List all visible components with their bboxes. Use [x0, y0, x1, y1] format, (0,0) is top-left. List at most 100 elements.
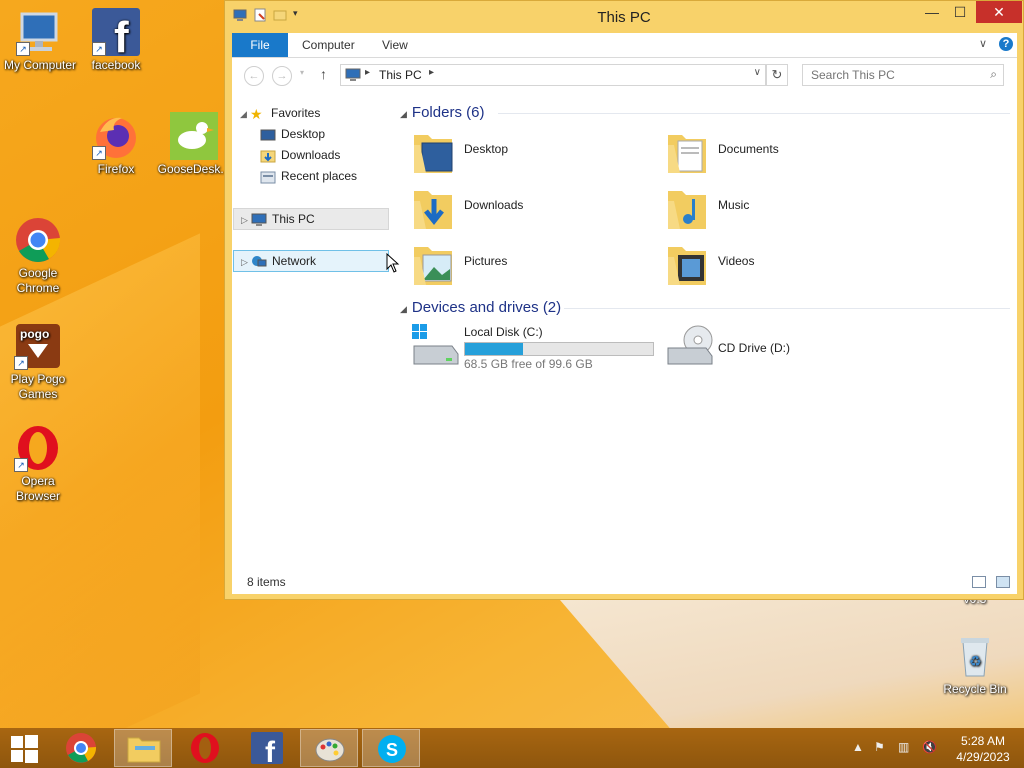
expanded-triangle-icon: ◢	[400, 109, 407, 119]
taskbar-paint[interactable]	[300, 729, 358, 767]
forward-button[interactable]: →	[272, 66, 292, 86]
group-header-label: Folders (6)	[411, 104, 485, 121]
up-arrow-button[interactable]: ↑	[320, 66, 327, 82]
folder-label: Downloads	[464, 198, 524, 212]
details-view-icon[interactable]	[972, 576, 986, 588]
desktop-icon-label: Firefox	[97, 162, 135, 176]
this-pc-icon	[251, 213, 267, 227]
back-button[interactable]: ←	[244, 66, 264, 86]
nav-item-label: Network	[272, 254, 317, 268]
folder-downloads[interactable]: Downloads	[412, 183, 652, 237]
help-icon[interactable]: ?	[999, 37, 1013, 51]
facebook-icon: f ↗	[92, 8, 140, 62]
chrome-icon	[14, 216, 62, 264]
network-icon	[251, 255, 267, 269]
taskbar-facebook[interactable]: f	[238, 729, 296, 767]
folder-desktop[interactable]: Desktop	[412, 127, 652, 181]
desktop-icon	[260, 128, 276, 142]
nav-item-label: Recent places	[281, 169, 358, 183]
expand-ribbon-chevron-icon[interactable]: ∨	[979, 37, 987, 50]
computer-icon: ↗	[16, 8, 64, 56]
taskbar-file-explorer[interactable]	[114, 729, 172, 767]
desktop-icon-opera-browser[interactable]: ↗ Opera Browser	[0, 424, 78, 504]
folder-documents[interactable]: Documents	[666, 127, 906, 181]
desktop-icon-google-chrome[interactable]: Google Chrome	[0, 216, 78, 296]
drive-cd-d[interactable]: CD Drive (D:)	[666, 322, 866, 370]
nav-item-this-pc[interactable]: ▷ This PC	[233, 208, 389, 230]
search-input[interactable]	[809, 65, 983, 85]
volume-muted-icon[interactable]: 🔇	[922, 740, 937, 754]
window-title: This PC	[597, 9, 651, 26]
breadcrumb[interactable]: This PC	[379, 68, 422, 82]
folder-label: Pictures	[464, 254, 508, 268]
desktop-icon-play-pogo-games[interactable]: pogo ↗ Play Pogo Games	[0, 322, 78, 402]
nav-item-favorites[interactable]: ◢ ★ Favorites	[240, 103, 320, 123]
disk-usage-fill	[465, 343, 524, 355]
windows-logo-icon	[11, 735, 38, 763]
taskbar-skype[interactable]: S	[362, 729, 420, 767]
nav-item-recent-places[interactable]: Recent places	[260, 166, 357, 186]
desktop-icon-facebook[interactable]: f ↗ facebook	[76, 8, 156, 73]
desktop-icon-label: Play Pogo Games	[10, 372, 66, 401]
svg-text:f: f	[114, 13, 129, 56]
recent-locations-chevron-icon[interactable]: ▾	[300, 68, 304, 77]
group-header-devices-and-drives[interactable]: ◢ Devices and drives (2)	[400, 299, 561, 316]
explorer-body: ◢ ★ Favorites Desktop Downloads Recent pla…	[232, 92, 1017, 568]
desktop-icon-recycle-bin[interactable]: ♻ Recycle Bin	[935, 632, 1015, 697]
desktop-icon-goosedesk[interactable]: GooseDesk...	[154, 112, 234, 177]
start-button[interactable]	[0, 729, 50, 767]
nav-item-label: Favorites	[271, 106, 321, 120]
ribbon-tabs: File Computer View ∨ ?	[232, 33, 1017, 58]
taskbar-opera[interactable]	[176, 729, 234, 767]
expanded-triangle-icon[interactable]: ◢	[240, 104, 250, 124]
breadcrumb-separator-icon[interactable]: ▸	[429, 67, 434, 78]
status-bar: 8 items	[232, 568, 1017, 594]
folder-label: Desktop	[464, 142, 509, 156]
pogo-icon: pogo ↗	[14, 322, 62, 370]
shortcut-arrow-icon: ↗	[92, 42, 106, 56]
desktop-icon-firefox[interactable]: ↗ Firefox	[76, 112, 156, 177]
facebook-icon: f	[251, 732, 283, 764]
this-pc-icon	[345, 68, 361, 81]
large-icons-view-icon[interactable]	[996, 576, 1010, 588]
folder-music[interactable]: Music	[666, 183, 906, 237]
tab-computer[interactable]: Computer	[302, 33, 355, 57]
drive-local-disk-c[interactable]: Local Disk (C:) 68.5 GB free of 99.6 GB	[412, 322, 662, 371]
refresh-button[interactable]: ↻	[766, 64, 788, 86]
action-center-flag-icon[interactable]: ⚑	[874, 740, 885, 754]
drive-free-space: 68.5 GB free of 99.6 GB	[464, 357, 593, 371]
group-header-folders[interactable]: ◢ Folders (6)	[400, 104, 484, 121]
address-dropdown-chevron-icon[interactable]: ∨	[754, 67, 761, 78]
taskbar-chrome[interactable]	[52, 729, 110, 767]
folder-videos[interactable]: Videos	[666, 239, 906, 293]
close-button[interactable]: ✕	[976, 1, 1022, 23]
search-icon[interactable]: ⌕	[990, 67, 997, 82]
desktop-folder-icon	[414, 135, 453, 173]
collapsed-triangle-icon[interactable]: ▷	[241, 210, 251, 230]
show-hidden-icons-chevron-icon[interactable]: ▲	[852, 740, 864, 754]
star-icon: ★	[250, 105, 263, 122]
drive-label: CD Drive (D:)	[718, 341, 790, 355]
nav-item-downloads[interactable]: Downloads	[260, 145, 340, 165]
desktop-icon-my-computer[interactable]: ↗ My Computer	[0, 8, 80, 73]
group-divider	[564, 308, 1010, 309]
paint-palette-icon	[315, 738, 345, 762]
tab-file[interactable]: File	[232, 33, 288, 57]
maximize-button[interactable]: ☐	[946, 1, 974, 23]
network-tray-icon[interactable]: ▥	[898, 740, 909, 754]
nav-item-network[interactable]: ▷ Network	[233, 250, 389, 272]
nav-item-desktop[interactable]: Desktop	[260, 124, 325, 144]
address-bar[interactable]: ▸ This PC ▸ ∨	[340, 64, 766, 86]
expanded-triangle-icon: ◢	[400, 304, 407, 314]
taskbar-clock[interactable]: 5:28 AM 4/29/2023	[948, 733, 1018, 765]
minimize-button[interactable]: —	[918, 1, 946, 23]
tab-view[interactable]: View	[382, 33, 408, 57]
cd-drive-icon	[667, 325, 713, 365]
folder-pictures[interactable]: Pictures	[412, 239, 652, 293]
goose-icon	[170, 112, 218, 160]
svg-text:♻: ♻	[969, 654, 982, 670]
collapsed-triangle-icon[interactable]: ▷	[241, 252, 251, 272]
breadcrumb-separator-icon[interactable]: ▸	[365, 67, 370, 78]
downloads-icon	[260, 149, 276, 163]
title-bar[interactable]: ▾ This PC — ☐ ✕	[225, 1, 1023, 33]
